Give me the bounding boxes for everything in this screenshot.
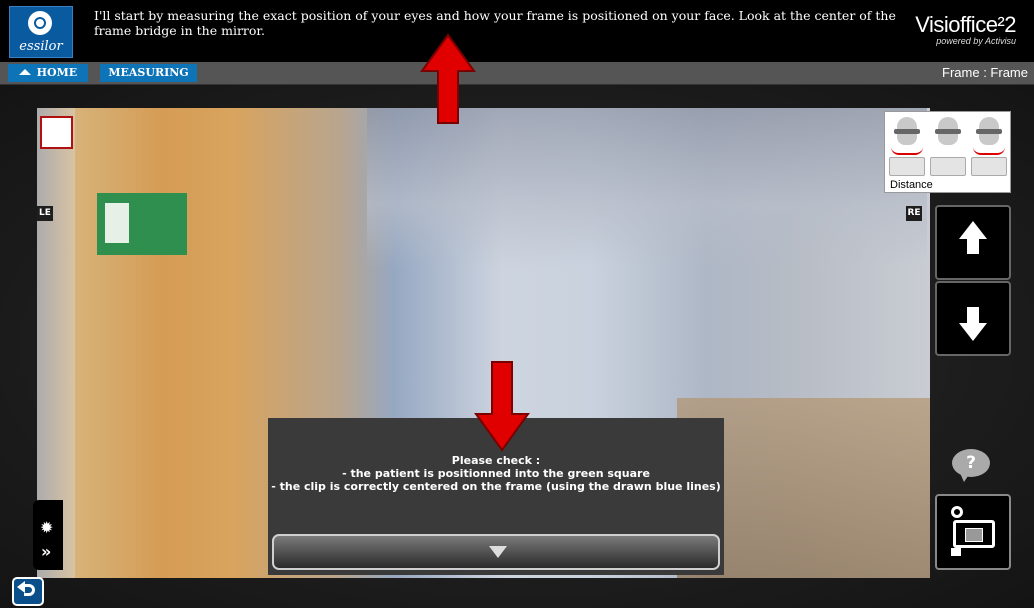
distance-label: Distance [890,179,933,191]
home-icon [18,69,31,75]
tab-measuring[interactable]: MEASURING [100,64,197,82]
back-button[interactable] [12,577,44,606]
head-rotation-panel: Distance [884,111,1011,193]
essilor-logo: essilor [9,6,73,58]
annotation-arrow-down [474,361,530,452]
right-eye-label: RE [906,206,922,221]
head-value-box-center [930,157,966,176]
head-value-box-left [889,157,925,176]
annotation-arrow-up [420,33,476,124]
info-heading: Please check : [451,454,541,467]
collapse-panel-button[interactable] [272,534,720,570]
move-down-button[interactable] [935,281,1011,356]
head-value-box-right [971,157,1007,176]
help-icon: ? [952,449,990,477]
app-logo: Visioffice²2 powered by Activisu [915,12,1016,46]
logo-symbol-icon [28,11,52,35]
camera-icon [951,506,963,518]
patient-position-square[interactable] [40,116,73,149]
arrow-up-icon [959,221,987,254]
help-button[interactable]: ? [952,449,990,483]
tab-home[interactable]: HOME [8,64,88,82]
head-turn-right-icon[interactable] [971,115,1007,155]
left-eye-label: LE [37,206,53,221]
camera-ceiling [367,108,927,268]
head-turn-left-icon[interactable] [889,115,925,155]
app-name: Visioffice²2 [915,12,1016,37]
brightness-control[interactable]: ✹ » [33,500,63,570]
head-straight-icon[interactable] [930,115,966,155]
tab-home-label: HOME [36,66,78,79]
frame-info: Frame : Frame [942,65,1028,80]
info-check-square: - the patient is positionned into the gr… [342,467,650,480]
expand-chevron-icon[interactable]: » [41,542,51,561]
chevron-down-icon [489,546,507,558]
nav-bar: HOME MEASURING Frame : Frame [0,62,1034,85]
instruction-bar: essilor I'll start by measuring the exac… [0,0,1034,62]
arrow-down-icon [959,307,987,341]
capture-button[interactable] [935,494,1011,570]
exit-sign [97,193,187,255]
move-up-button[interactable] [935,205,1011,280]
brightness-icon: ✹ [40,518,54,537]
instruction-text: I'll start by measuring the exact positi… [94,8,896,38]
logo-text: essilor [19,39,63,54]
info-check-clip: - the clip is correctly centered on the … [271,480,721,493]
back-arrow-icon [24,584,35,596]
